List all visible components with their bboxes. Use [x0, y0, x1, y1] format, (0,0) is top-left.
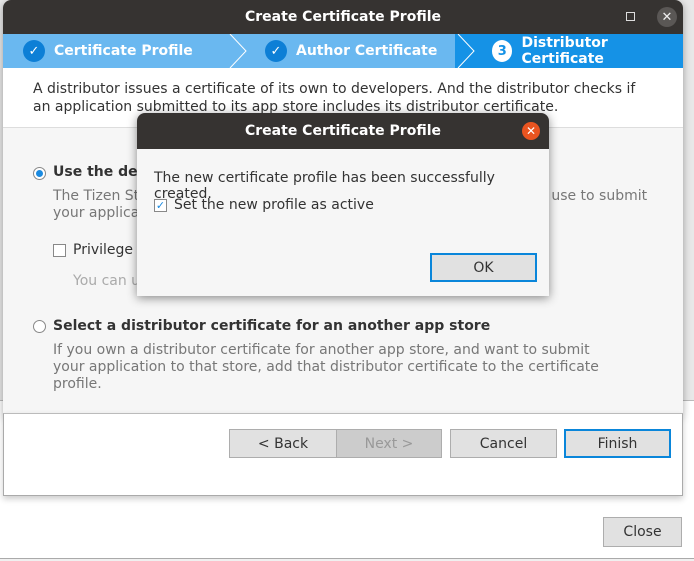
- privilege-checkbox[interactable]: [53, 244, 66, 257]
- default-cert-desc-right: n use to submit: [538, 188, 648, 204]
- step-number: 3: [492, 40, 513, 62]
- wizard-title-bar[interactable]: Create Certificate Profile ✕: [3, 0, 683, 34]
- default-cert-radio[interactable]: [33, 167, 46, 180]
- default-cert-desc: The Tizen Stu: [53, 188, 149, 204]
- close-icon[interactable]: ✕: [657, 7, 677, 27]
- other-store-radio[interactable]: [33, 320, 46, 333]
- dialog-title-bar[interactable]: Create Certificate Profile ✕: [137, 113, 549, 149]
- cancel-button[interactable]: Cancel: [450, 429, 557, 458]
- window-title: Create Certificate Profile: [245, 9, 441, 25]
- close-icon[interactable]: ✕: [522, 122, 540, 140]
- chevron-separator-icon: [229, 34, 247, 68]
- ok-button[interactable]: OK: [430, 253, 537, 282]
- privilege-hint: You can u: [73, 273, 141, 289]
- set-active-checkbox[interactable]: ✓: [154, 199, 167, 212]
- maximize-icon[interactable]: [626, 12, 635, 21]
- chevron-separator-icon: [455, 34, 475, 68]
- dialog-title: Create Certificate Profile: [245, 123, 441, 139]
- step-author-certificate: ✓ Author Certificate: [265, 34, 437, 68]
- next-button: Next >: [336, 429, 442, 458]
- wizard-steps: ✓ Certificate Profile ✓ Author Certifica…: [3, 34, 683, 68]
- finish-button[interactable]: Finish: [564, 429, 671, 458]
- privilege-label: Privilege l: [73, 242, 142, 258]
- set-active-label: Set the new profile as active: [174, 197, 374, 213]
- step-label: Distributor Certificate: [521, 35, 608, 67]
- step-distributor-certificate: 3 Distributor Certificate: [458, 34, 683, 68]
- close-button[interactable]: Close: [603, 517, 682, 547]
- default-cert-label: Use the def: [53, 164, 144, 180]
- step-certificate-profile: ✓ Certificate Profile: [23, 34, 193, 68]
- step-label: Certificate Profile: [54, 43, 193, 59]
- back-button[interactable]: < Back: [229, 429, 337, 458]
- other-store-desc: If you own a distributor certificate for…: [53, 342, 599, 392]
- check-icon: ✓: [265, 40, 287, 62]
- other-store-label: Select a distributor certificate for an …: [53, 318, 491, 334]
- success-dialog: Create Certificate Profile ✕ The new cer…: [137, 113, 549, 296]
- default-cert-desc-2: your applica: [53, 205, 140, 221]
- check-icon: ✓: [23, 40, 45, 62]
- step-label: Author Certificate: [296, 43, 438, 59]
